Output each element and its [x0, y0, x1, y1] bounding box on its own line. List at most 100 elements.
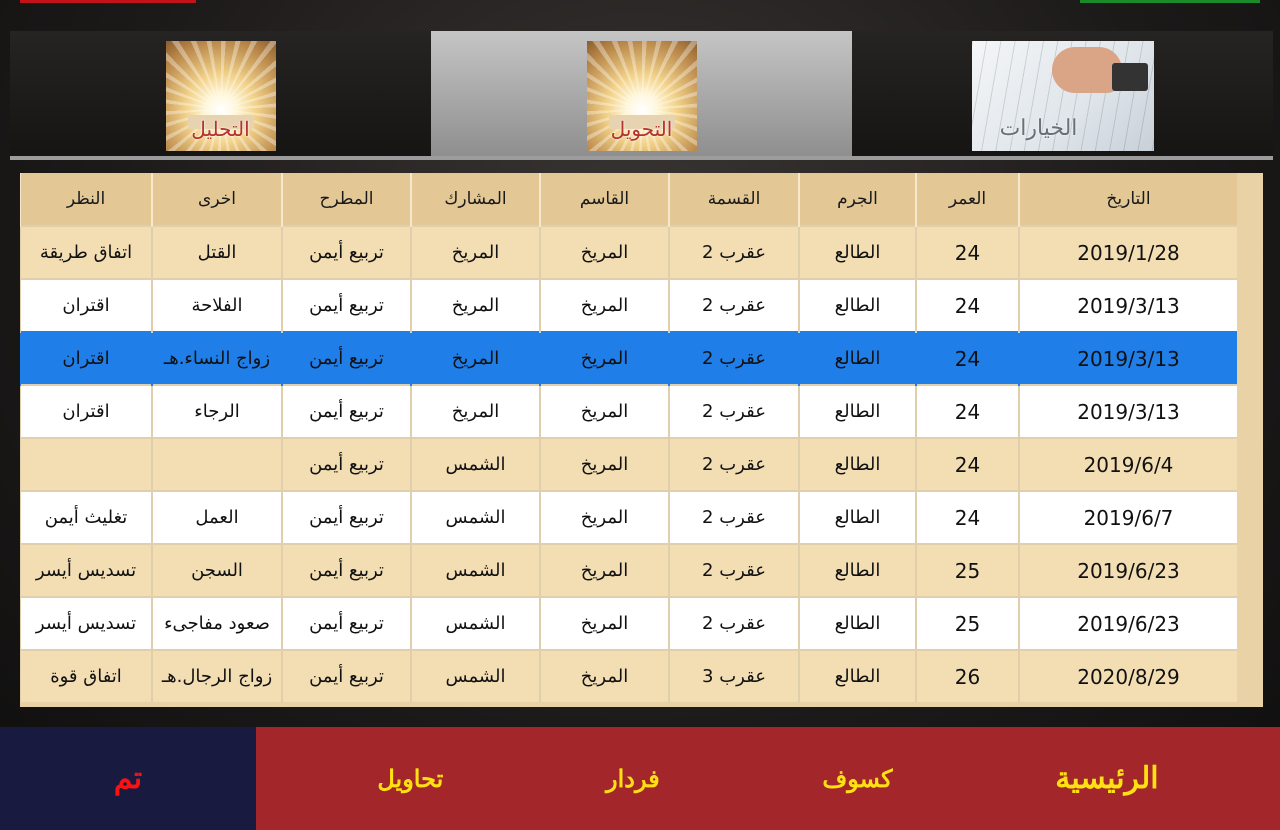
nav-home-button[interactable]: الرئيسية — [1055, 761, 1158, 796]
table-cell: المريخ — [410, 331, 540, 385]
table-cell: تربيع أيمن — [281, 384, 411, 438]
table-cell: 2019/3/13 — [1018, 331, 1237, 385]
table-cell: المريخ — [539, 649, 669, 702]
table-cell: تربيع أيمن — [281, 490, 411, 544]
column-header[interactable]: المطرح — [281, 173, 411, 226]
table-cell: عقرب 3 — [668, 649, 799, 702]
table-cell: عقرب 2 — [668, 331, 799, 385]
table-header-row: التاريخ العمر الجرم القسمة القاسم المشارك المط… — [20, 173, 1237, 226]
nav-eclipse-button[interactable]: كسوف — [822, 764, 892, 793]
table-cell: الشمس — [410, 437, 540, 491]
table-cell: العمل — [151, 490, 282, 544]
table-row[interactable]: 2019/3/13 24 الطالع عقرب 2 المريخ المريخ تربيع… — [20, 384, 1237, 438]
nav-transits-button[interactable]: تحاويل — [377, 764, 443, 793]
table-cell: الطالع — [798, 278, 916, 332]
table-row[interactable]: 2019/1/28 24 الطالع عقرب 2 المريخ المريخ تربيع… — [20, 225, 1237, 279]
table-cell: تسديس أيسر — [20, 543, 152, 597]
table-cell: عقرب 2 — [668, 278, 799, 332]
table-cell: 2019/1/28 — [1018, 225, 1237, 279]
table-cell — [20, 437, 152, 491]
table-cell: الشمس — [410, 490, 540, 544]
table-cell: المريخ — [539, 225, 669, 279]
table-cell: تربيع أيمن — [281, 596, 411, 650]
tab-options-label: الخيارات — [999, 115, 1078, 141]
table-cell: المريخ — [539, 490, 669, 544]
column-header[interactable]: اخرى — [151, 173, 282, 226]
tab-analysis-label: التحليل — [191, 116, 250, 141]
table-cell: اقتران — [20, 384, 152, 438]
done-button[interactable]: تم — [0, 727, 256, 830]
table-cell: 2019/3/13 — [1018, 384, 1237, 438]
column-header[interactable]: التاريخ — [1018, 173, 1237, 226]
tab-conversion[interactable]: التحويل — [431, 31, 852, 160]
table-row[interactable]: 2019/3/13 24 الطالع عقرب 2 المريخ المريخ تربيع… — [20, 278, 1237, 332]
results-table: التاريخ العمر الجرم القسمة القاسم المشارك المط… — [20, 173, 1237, 702]
table-cell: الشمس — [410, 596, 540, 650]
results-table-container[interactable]: التاريخ العمر الجرم القسمة القاسم المشارك المط… — [20, 173, 1263, 707]
nav-firdar-button[interactable]: فردار — [606, 764, 660, 793]
column-header[interactable]: المشارك — [410, 173, 540, 226]
table-cell: القتل — [151, 225, 282, 279]
table-cell: الطالع — [798, 649, 916, 702]
table-cell: 2019/6/23 — [1018, 596, 1237, 650]
table-cell: زواج الرجال.هـ — [151, 649, 282, 702]
table-cell: عقرب 2 — [668, 490, 799, 544]
table-cell: المريخ — [539, 437, 669, 491]
table-cell: الطالع — [798, 490, 916, 544]
table-cell: المريخ — [539, 278, 669, 332]
table-cell: تربيع أيمن — [281, 278, 411, 332]
table-cell: 2019/6/23 — [1018, 543, 1237, 597]
table-cell: الشمس — [410, 649, 540, 702]
book-light-icon: التحليل — [165, 40, 276, 151]
book-light-icon: التحويل — [586, 40, 697, 151]
bottom-nav-bar: تم تحاويل فردار كسوف الرئيسية — [0, 727, 1280, 830]
top-accent-red — [20, 0, 196, 3]
column-header[interactable]: العمر — [915, 173, 1019, 226]
column-header[interactable]: القسمة — [668, 173, 799, 226]
table-cell: اقتران — [20, 331, 152, 385]
table-cell: 24 — [915, 225, 1019, 279]
done-button-label: تم — [113, 761, 143, 796]
table-row[interactable]: 2019/6/23 25 الطالع عقرب 2 المريخ الشمس تربيع … — [20, 596, 1237, 650]
scrollbar[interactable] — [1237, 173, 1263, 707]
table-cell: الطالع — [798, 384, 916, 438]
table-cell: تغليث أيمن — [20, 490, 152, 544]
table-cell: المريخ — [539, 543, 669, 597]
table-cell: الرجاء — [151, 384, 282, 438]
table-cell: 24 — [915, 437, 1019, 491]
table-cell: المريخ — [410, 384, 540, 438]
table-cell: تربيع أيمن — [281, 225, 411, 279]
table-cell: تربيع أيمن — [281, 331, 411, 385]
table-cell: الطالع — [798, 596, 916, 650]
tab-bar: التحليل التحويل الخيارات — [10, 31, 1273, 160]
table-row[interactable]: 2019/6/23 25 الطالع عقرب 2 المريخ الشمس تربيع … — [20, 543, 1237, 597]
table-cell: المريخ — [410, 278, 540, 332]
table-cell: 24 — [915, 278, 1019, 332]
table-cell: 24 — [915, 384, 1019, 438]
table-cell: صعود مفاجىء — [151, 596, 282, 650]
table-cell: الطالع — [798, 437, 916, 491]
table-cell: 25 — [915, 596, 1019, 650]
top-accent-green — [1080, 0, 1260, 3]
tab-underline — [10, 156, 1273, 160]
table-cell: اتفاق طريقة — [20, 225, 152, 279]
table-cell: عقرب 2 — [668, 225, 799, 279]
table-row[interactable]: 2019/3/13 24 الطالع عقرب 2 المريخ المريخ تربيع… — [20, 331, 1237, 385]
table-cell: السجن — [151, 543, 282, 597]
column-header[interactable]: القاسم — [539, 173, 669, 226]
table-row[interactable]: 2020/8/29 26 الطالع عقرب 3 المريخ الشمس تربيع … — [20, 649, 1237, 702]
table-row[interactable]: 2019/6/4 24 الطالع عقرب 2 المريخ الشمس تربيع أ… — [20, 437, 1237, 491]
table-row[interactable]: 2019/6/7 24 الطالع عقرب 2 المريخ الشمس تربيع أ… — [20, 490, 1237, 544]
table-cell: تربيع أيمن — [281, 649, 411, 702]
table-cell: الشمس — [410, 543, 540, 597]
table-cell: اقتران — [20, 278, 152, 332]
tab-analysis[interactable]: التحليل — [10, 31, 431, 160]
nav-buttons: تحاويل فردار كسوف الرئيسية — [256, 727, 1280, 830]
table-body: 2019/1/28 24 الطالع عقرب 2 المريخ المريخ تربيع… — [20, 225, 1237, 702]
table-cell: 2020/8/29 — [1018, 649, 1237, 702]
tab-options[interactable]: الخيارات — [852, 31, 1273, 160]
table-cell: 2019/6/4 — [1018, 437, 1237, 491]
column-header[interactable]: الجرم — [798, 173, 916, 226]
table-cell — [151, 437, 282, 491]
column-header[interactable]: النظر — [20, 173, 152, 226]
